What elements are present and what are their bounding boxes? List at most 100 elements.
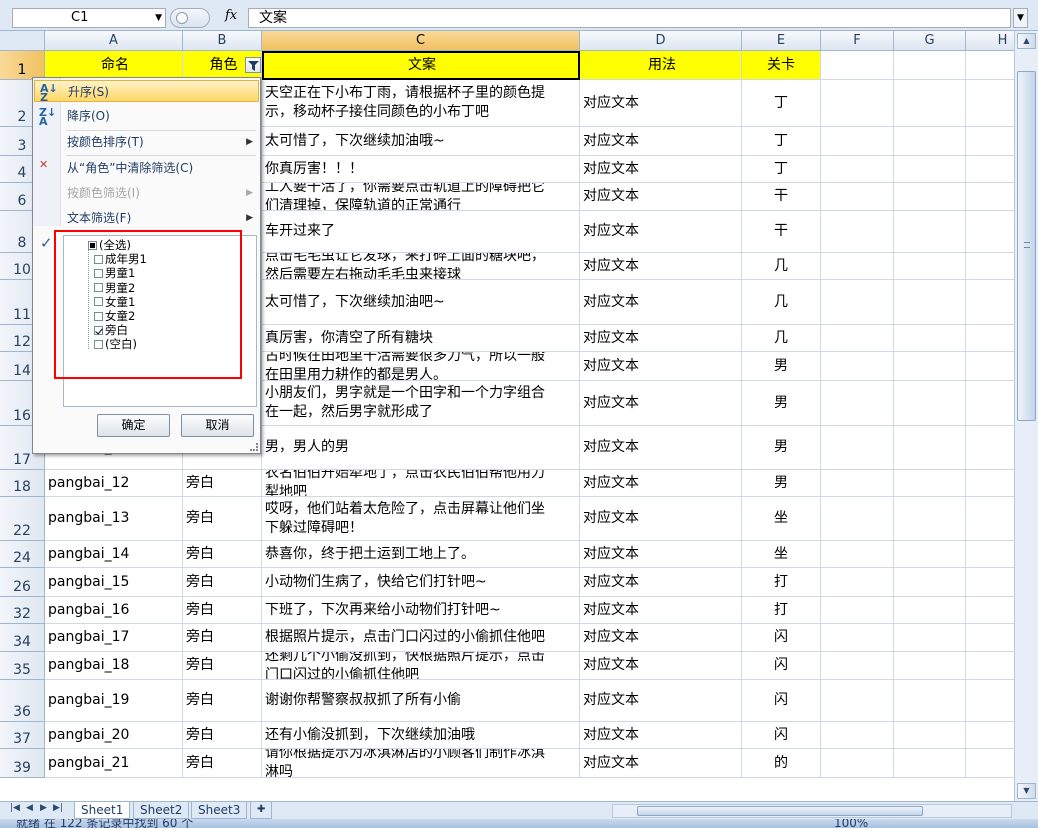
empty-cell[interactable] [821,183,894,211]
empty-cell[interactable] [966,680,1014,722]
empty-cell[interactable] [894,597,966,624]
column-header-h[interactable]: H [966,31,1014,51]
table-cell[interactable]: 对应文本 [580,597,742,624]
row-header[interactable]: 24 [0,541,45,568]
header-cell-d[interactable]: 用法 [580,51,742,80]
empty-cell[interactable] [966,183,1014,211]
table-cell[interactable]: 太可惜了，下次继续加油吧~ [262,280,580,325]
table-cell[interactable]: 旁白 [183,597,262,624]
table-cell[interactable]: 对应文本 [580,156,742,183]
empty-cell[interactable] [821,381,894,426]
insert-function-icon[interactable]: fx [225,8,237,23]
vertical-scroll-thumb[interactable] [1017,71,1036,421]
sort-descending-item[interactable]: Z↓ A 降序(O) [34,105,259,127]
empty-cell[interactable] [821,51,894,80]
empty-cell[interactable] [966,156,1014,183]
empty-cell[interactable] [966,652,1014,680]
table-cell[interactable]: 点击毛毛虫让它发球，来打碎上面的糖块吧， 然后需要左右拖动毛毛虫来接球 [262,253,580,280]
empty-cell[interactable] [821,624,894,652]
table-cell[interactable]: 哎呀，他们站着太危险了，点击屏幕让他们坐 下躲过障碍吧！ [262,497,580,541]
empty-cell[interactable] [821,280,894,325]
column-header-f[interactable]: F [821,31,894,51]
table-cell[interactable]: 几 [742,280,821,325]
row-header[interactable]: 18 [0,470,45,497]
table-cell[interactable]: 对应文本 [580,722,742,749]
row-header[interactable]: 35 [0,652,45,680]
table-cell[interactable]: 丁 [742,127,821,156]
empty-cell[interactable] [966,426,1014,470]
row-header[interactable]: 1 [0,51,45,80]
empty-cell[interactable] [821,497,894,541]
zoom-level[interactable]: 100% [834,819,868,828]
table-cell[interactable]: pangbai_15 [45,568,183,597]
sort-by-color-item[interactable]: 按颜色排序(T) ▶ [34,131,259,153]
table-cell[interactable]: 太可惜了，下次继续加油哦~ [262,127,580,156]
empty-cell[interactable] [966,325,1014,352]
table-cell[interactable]: pangbai_18 [45,652,183,680]
table-cell[interactable]: 对应文本 [580,541,742,568]
row-header[interactable]: 34 [0,624,45,652]
empty-cell[interactable] [966,211,1014,253]
table-cell[interactable]: 几 [742,253,821,280]
empty-cell[interactable] [966,497,1014,541]
table-cell[interactable]: pangbai_14 [45,541,183,568]
table-cell[interactable]: 对应文本 [580,470,742,497]
empty-cell[interactable] [821,652,894,680]
cancel-button[interactable]: 取消 [181,414,254,437]
formula-input[interactable]: 文案 [248,8,1011,28]
table-cell[interactable]: pangbai_20 [45,722,183,749]
table-cell[interactable]: 几 [742,325,821,352]
vertical-scrollbar[interactable]: ▲ ▼ [1014,31,1038,801]
empty-cell[interactable] [894,183,966,211]
empty-cell[interactable] [821,749,894,778]
empty-cell[interactable] [894,211,966,253]
table-cell[interactable]: 坐 [742,497,821,541]
empty-cell[interactable] [966,352,1014,381]
empty-cell[interactable] [894,722,966,749]
table-cell[interactable]: 干 [742,183,821,211]
sheet-tab-1[interactable]: Sheet1 [74,802,131,819]
empty-cell[interactable] [894,51,966,80]
empty-cell[interactable] [821,470,894,497]
table-cell[interactable]: pangbai_17 [45,624,183,652]
row-header[interactable]: 22 [0,497,45,541]
table-cell[interactable]: 的 [742,749,821,778]
empty-cell[interactable] [821,597,894,624]
column-header-b[interactable]: B [183,31,262,51]
table-cell[interactable]: 闪 [742,680,821,722]
empty-cell[interactable] [821,426,894,470]
empty-cell[interactable] [821,156,894,183]
table-cell[interactable]: 旁白 [183,722,262,749]
table-cell[interactable]: 对应文本 [580,381,742,426]
table-cell[interactable]: 男 [742,470,821,497]
table-cell[interactable]: pangbai_21 [45,749,183,778]
table-cell[interactable]: 旁白 [183,497,262,541]
insert-sheet-icon[interactable]: ✚ [250,802,273,819]
first-sheet-icon[interactable]: |◀ [10,803,20,813]
column-header-g[interactable]: G [894,31,966,51]
table-cell[interactable]: 对应文本 [580,652,742,680]
table-cell[interactable]: pangbai_12 [45,470,183,497]
sort-ascending-item[interactable]: A↓ Z 升序(S) [34,80,259,103]
empty-cell[interactable] [894,497,966,541]
table-cell[interactable]: 旁白 [183,680,262,722]
text-filter-item[interactable]: 文本筛选(F) ▶ [34,207,259,229]
row-header[interactable]: 39 [0,749,45,778]
table-cell[interactable]: 谢谢你帮警察叔叔抓了所有小偷 [262,680,580,722]
table-cell[interactable]: 还有小偷没抓到，下次继续加油哦 [262,722,580,749]
empty-cell[interactable] [821,352,894,381]
empty-cell[interactable] [966,127,1014,156]
chevron-down-icon[interactable]: ▼ [155,9,162,27]
empty-cell[interactable] [821,80,894,127]
empty-cell[interactable] [821,127,894,156]
empty-cell[interactable] [821,680,894,722]
empty-cell[interactable] [966,280,1014,325]
empty-cell[interactable] [894,80,966,127]
empty-cell[interactable] [821,253,894,280]
header-cell-a[interactable]: 命名 [45,51,183,80]
table-cell[interactable]: 下班了，下次再来给小动物们打针吧~ [262,597,580,624]
empty-cell[interactable] [966,541,1014,568]
empty-cell[interactable] [894,749,966,778]
next-sheet-icon[interactable]: ▶ [40,803,47,813]
ok-button[interactable]: 确定 [97,414,170,437]
